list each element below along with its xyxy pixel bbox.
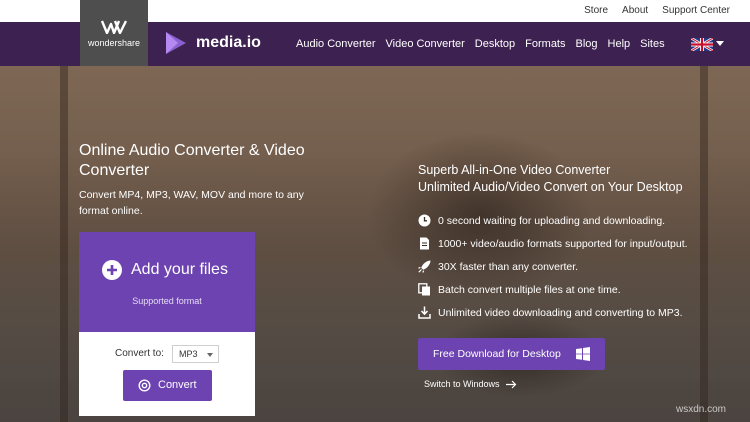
support-center-link[interactable]: Support Center <box>662 5 730 16</box>
switch-to-windows-link[interactable]: Switch to Windows <box>424 379 517 389</box>
uk-flag-icon[interactable] <box>691 38 713 51</box>
nav-sites[interactable]: Sites <box>640 38 664 50</box>
copy-icon <box>418 283 430 296</box>
nav-formats[interactable]: Formats <box>525 38 565 50</box>
add-files-label: Add your files <box>131 261 228 278</box>
switch-to-windows-label: Switch to Windows <box>424 379 500 389</box>
feature-text: Unlimited video downloading and converti… <box>438 306 683 319</box>
add-files-dropzone[interactable]: Add your files Supported format <box>79 232 255 332</box>
nav-video-converter[interactable]: Video Converter <box>386 38 465 50</box>
format-select-value: MP3 <box>179 349 198 359</box>
feature-text: 0 second waiting for uploading and downl… <box>438 214 666 227</box>
desktop-heading-line2: Unlimited Audio/Video Convert on Your De… <box>418 180 683 194</box>
nav-help[interactable]: Help <box>608 38 631 50</box>
rocket-icon <box>418 260 431 273</box>
desktop-heading-line1: Superb All-in-One Video Converter <box>418 163 611 177</box>
nav-blog[interactable]: Blog <box>576 38 598 50</box>
file-icon <box>420 237 429 250</box>
store-link[interactable]: Store <box>584 5 608 16</box>
utility-links: Store About Support Center <box>584 5 730 16</box>
feature-text: 30X faster than any converter. <box>438 260 579 273</box>
feature-item: 30X faster than any converter. <box>418 260 578 273</box>
clock-icon <box>418 214 431 227</box>
arrow-right-icon <box>505 380 516 388</box>
nav-audio-converter[interactable]: Audio Converter <box>296 38 376 50</box>
feature-item: 1000+ video/audio formats supported for … <box>418 237 688 250</box>
free-download-button[interactable]: Free Download for Desktop <box>418 338 605 370</box>
chevron-down-icon <box>207 353 213 357</box>
convert-to-label: Convert to: <box>115 348 164 359</box>
feature-item: Unlimited video downloading and converti… <box>418 306 683 319</box>
feature-item: Batch convert multiple files at one time… <box>418 283 621 296</box>
hero-section: Online Audio Converter & Video Converter… <box>0 66 750 422</box>
hero-subtitle: Convert MP4, MP3, WAV, MOV and more to a… <box>79 189 304 217</box>
wondershare-logo-icon <box>101 20 127 34</box>
convert-icon <box>138 379 151 392</box>
windows-icon <box>576 347 590 361</box>
watermark-text: wsxdn.com <box>676 404 727 415</box>
wondershare-wordmark: wondershare <box>87 38 141 48</box>
feature-text: Batch convert multiple files at one time… <box>438 283 621 296</box>
free-download-label: Free Download for Desktop <box>433 348 561 360</box>
language-dropdown-caret-icon[interactable] <box>716 41 724 46</box>
convert-button[interactable]: Convert <box>123 370 212 401</box>
media-io-wordmark[interactable]: media.io <box>196 34 261 52</box>
nav-links: Audio Converter Video Converter Desktop … <box>296 38 665 50</box>
convert-button-label: Convert <box>158 379 197 391</box>
format-select[interactable]: MP3 <box>172 345 219 363</box>
download-icon <box>418 306 431 319</box>
feature-item: 0 second waiting for uploading and downl… <box>418 214 665 227</box>
feature-text: 1000+ video/audio formats supported for … <box>438 237 688 250</box>
plus-circle-icon <box>102 260 122 280</box>
about-link[interactable]: About <box>622 5 648 16</box>
hero-title: Online Audio Converter & Video Converter <box>79 142 305 179</box>
convert-panel: Convert to: MP3 Convert <box>79 332 255 416</box>
supported-format-link[interactable]: Supported format <box>79 296 255 306</box>
nav-desktop[interactable]: Desktop <box>475 38 515 50</box>
media-io-logo-icon[interactable] <box>164 31 188 55</box>
